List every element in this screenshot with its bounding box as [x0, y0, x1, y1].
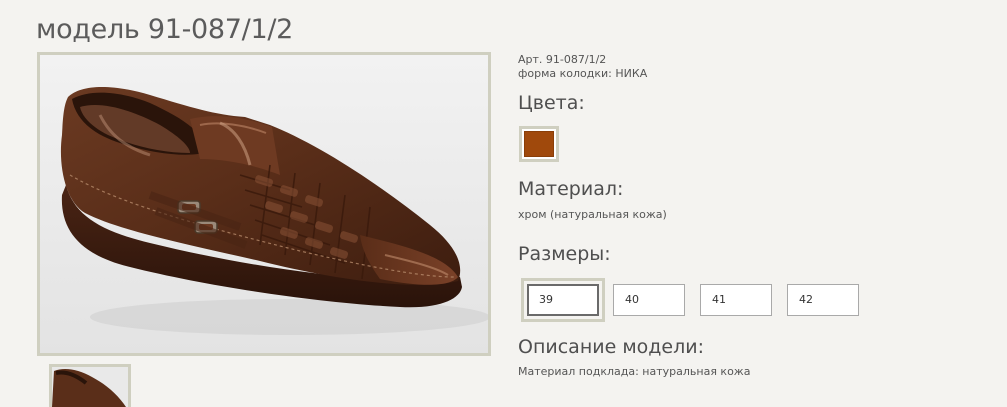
product-thumbnail[interactable]	[49, 364, 131, 407]
product-main-image[interactable]	[37, 52, 491, 356]
description-text: Материал подклада: натуральная кожа	[518, 365, 751, 378]
colors-heading: Цвета:	[518, 92, 585, 114]
article-number: Арт. 91-087/1/2	[518, 53, 607, 66]
shoe-thumbnail	[52, 367, 128, 407]
sizes-heading: Размеры:	[518, 243, 611, 265]
color-swatch-frame[interactable]	[519, 126, 559, 162]
description-heading: Описание модели:	[518, 336, 704, 358]
size-option-41[interactable]: 41	[700, 284, 772, 316]
shoe-photo	[40, 55, 488, 353]
product-info: Арт. 91-087/1/2 форма колодки: НИКА	[518, 53, 998, 81]
color-swatch-brown[interactable]	[524, 131, 554, 157]
size-option-40[interactable]: 40	[613, 284, 685, 316]
material-heading: Материал:	[518, 178, 624, 200]
size-option-42[interactable]: 42	[787, 284, 859, 316]
last-shape: форма колодки: НИКА	[518, 67, 648, 80]
material-value: хром (натуральная кожа)	[518, 208, 667, 221]
size-option-39[interactable]: 39	[527, 284, 599, 316]
page-title: модель 91-087/1/2	[36, 14, 294, 45]
